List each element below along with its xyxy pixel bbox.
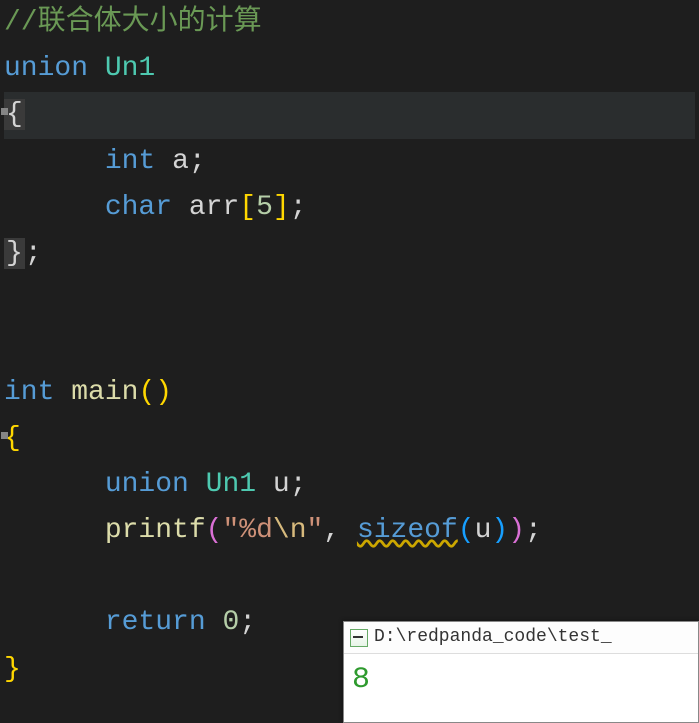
- brace: }: [4, 238, 25, 269]
- fold-marker-icon[interactable]: [1, 432, 8, 439]
- brace: }: [4, 654, 21, 685]
- code-line: printf("%d\n", sizeof(u));: [4, 508, 695, 554]
- keyword-int: int: [105, 146, 155, 177]
- type-name: Un1: [105, 53, 155, 84]
- function-name: main: [71, 377, 138, 408]
- variable: u: [475, 515, 492, 546]
- keyword-sizeof: sizeof: [357, 515, 458, 546]
- code-editor[interactable]: //联合体大小的计算 union Un1 { int a; char arr[5…: [0, 0, 699, 693]
- code-line: };: [4, 231, 695, 277]
- code-line: [4, 554, 695, 600]
- keyword-return: return: [105, 607, 206, 638]
- console-titlebar[interactable]: D:\redpanda_code\test_: [344, 622, 698, 654]
- type-name: Un1: [206, 469, 256, 500]
- code-line: char arr[5];: [4, 185, 695, 231]
- number: 5: [256, 192, 273, 223]
- keyword-int: int: [4, 377, 54, 408]
- code-line: int a;: [4, 139, 695, 185]
- console-title: D:\redpanda_code\test_: [374, 623, 612, 653]
- bracket: ]: [273, 192, 290, 223]
- code-line: {: [4, 416, 695, 462]
- output-value: 8: [352, 663, 370, 697]
- code-line: union Un1 u;: [4, 462, 695, 508]
- code-line: int main(): [4, 370, 695, 416]
- console-window[interactable]: D:\redpanda_code\test_ 8: [343, 621, 699, 723]
- string-literal: ": [307, 515, 324, 546]
- code-line: [4, 277, 695, 323]
- variable: u: [273, 469, 290, 500]
- string-literal: "%d: [222, 515, 272, 546]
- code-line: //联合体大小的计算: [4, 0, 695, 46]
- variable: arr: [189, 192, 239, 223]
- keyword-char: char: [105, 192, 172, 223]
- keyword-union: union: [4, 53, 88, 84]
- fold-marker-icon[interactable]: [1, 108, 8, 115]
- console-output: 8: [344, 654, 698, 708]
- code-line: union Un1: [4, 46, 695, 92]
- variable: a: [172, 146, 189, 177]
- bracket: [: [239, 192, 256, 223]
- comment: //联合体大小的计算: [4, 7, 262, 38]
- console-icon: [350, 629, 368, 647]
- code-line: {: [4, 92, 695, 138]
- function-call: printf: [105, 515, 206, 546]
- code-line: [4, 323, 695, 369]
- escape-sequence: \n: [273, 515, 307, 546]
- keyword-union: union: [105, 469, 189, 500]
- number: 0: [222, 607, 239, 638]
